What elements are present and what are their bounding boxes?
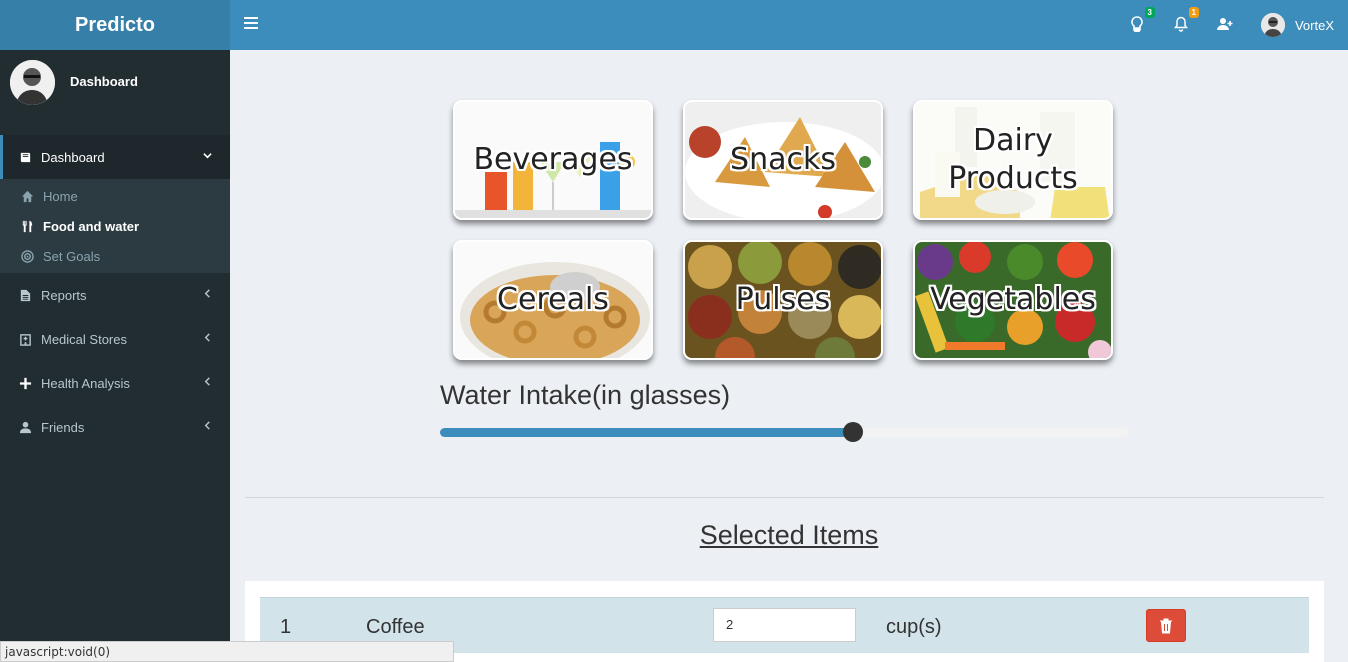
sidebar-subitem-food-and-water[interactable]: Food and water: [0, 211, 230, 241]
chevron-left-icon: [204, 377, 210, 386]
row-unit: cup(s): [886, 616, 942, 638]
navbar-right: 3 1 VorteX: [1129, 0, 1334, 50]
main-content: Beverages Snacks Dairy Products Cereals …: [230, 50, 1348, 662]
category-vegetables[interactable]: Vegetables: [913, 240, 1113, 360]
sidebar-subitem-label: Home: [43, 188, 78, 204]
chevron-left-icon: [204, 333, 210, 342]
sidebar-item-label: Health Analysis: [41, 375, 130, 391]
water-intake-slider-handle[interactable]: [842, 422, 863, 442]
tips-button[interactable]: 3: [1129, 7, 1155, 34]
user-plus-icon: [1216, 18, 1233, 30]
category-label: Cereals: [497, 282, 609, 317]
category-dairy-products[interactable]: Dairy Products: [913, 100, 1113, 220]
user-avatar[interactable]: [1260, 13, 1285, 37]
add-friend-button[interactable]: [1216, 16, 1235, 34]
water-intake-title: Water Intake(in glasses): [440, 380, 731, 410]
sidebar-item-friends[interactable]: Friends: [0, 405, 230, 449]
sidebar-item-label: Reports: [41, 287, 87, 303]
category-beverages[interactable]: Beverages: [453, 100, 653, 220]
user-panel: Dashboard: [0, 50, 230, 135]
category-label: Dairy Products: [948, 123, 1078, 196]
sidebar-subitem-label: Food and water: [43, 218, 140, 234]
hospital-icon: [18, 332, 32, 346]
user-name[interactable]: VorteX: [1295, 18, 1334, 33]
delete-item-button[interactable]: [1146, 609, 1186, 642]
sidebar-subitem-home[interactable]: Home: [0, 181, 230, 211]
top-navbar: 3 1 VorteX: [230, 0, 1348, 50]
water-intake-slider-fill: [440, 428, 853, 437]
category-pulses[interactable]: Pulses: [683, 240, 883, 360]
sidebar-item-reports[interactable]: Reports: [0, 273, 230, 317]
category-cereals[interactable]: Cereals: [453, 240, 653, 360]
dashboard-submenu: Home Food and water Set Goals: [0, 179, 230, 273]
sidebar: Dashboard Dashboard Home Food and water …: [0, 50, 230, 662]
selected-items-title: Selected Items: [699, 520, 879, 550]
sidebar-item-dashboard[interactable]: Dashboard: [0, 135, 230, 179]
category-label: Pulses: [735, 282, 831, 317]
sidebar-subitem-label: Set Goals: [43, 248, 101, 264]
row-index: 1: [280, 616, 292, 638]
category-label: Beverages: [473, 142, 633, 177]
book-icon: [18, 150, 32, 164]
home-icon: [20, 189, 34, 203]
tips-badge: 3: [1144, 7, 1155, 18]
sidebar-subitem-set-goals[interactable]: Set Goals: [0, 241, 230, 271]
sidebar-toggle-icon[interactable]: [244, 17, 258, 33]
chevron-down-icon: [203, 153, 212, 159]
sidebar-item-medical-stores[interactable]: Medical Stores: [0, 317, 230, 361]
user-panel-avatar: [10, 60, 55, 105]
browser-status-bar: javascript:void(0): [0, 641, 454, 662]
water-intake-slider[interactable]: [440, 422, 1128, 442]
app-logo[interactable]: Predicto: [0, 0, 230, 50]
category-snacks[interactable]: Snacks: [683, 100, 883, 220]
section-divider: [245, 497, 1324, 498]
lightbulb-icon: [1131, 16, 1143, 33]
file-icon: [18, 288, 32, 302]
sidebar-item-label: Medical Stores: [41, 331, 127, 347]
category-label: Vegetables: [930, 282, 1096, 317]
sidebar-item-label: Dashboard: [41, 149, 105, 165]
row-item-name: Coffee: [366, 616, 425, 638]
trash-icon: [1160, 618, 1172, 633]
sidebar-item-health-analysis[interactable]: Health Analysis: [0, 361, 230, 405]
notifications-button[interactable]: 1: [1173, 7, 1199, 34]
user-panel-name: Dashboard: [70, 74, 138, 89]
avatar-image: [10, 60, 55, 105]
user-icon: [18, 420, 32, 434]
plus-icon: [18, 376, 32, 390]
avatar-image: [1260, 13, 1285, 37]
sidebar-item-label: Friends: [41, 419, 85, 435]
quantity-input[interactable]: 2: [713, 608, 856, 642]
category-label: Snacks: [730, 142, 836, 177]
cutlery-icon: [20, 219, 34, 233]
notifications-badge: 1: [1188, 7, 1199, 18]
chevron-left-icon: [204, 421, 210, 430]
bullseye-icon: [20, 249, 34, 263]
bell-icon: [1173, 16, 1188, 32]
chevron-left-icon: [204, 289, 210, 298]
